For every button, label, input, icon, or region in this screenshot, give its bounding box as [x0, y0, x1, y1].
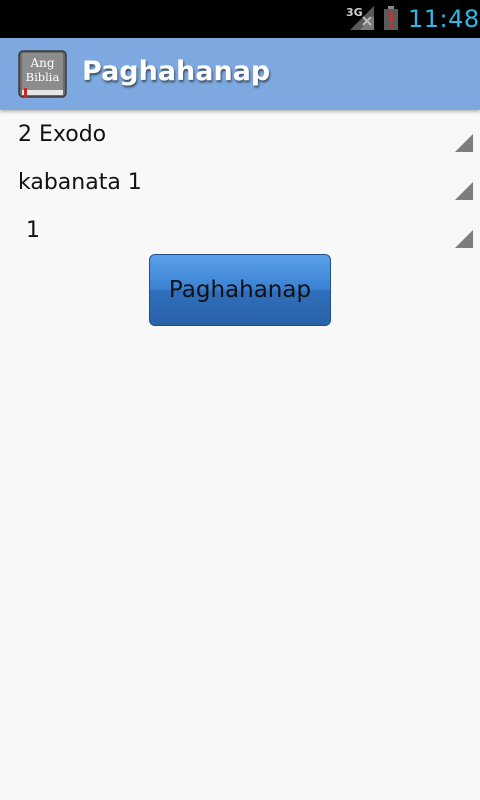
verse-spinner-value: 1: [26, 218, 40, 243]
search-button[interactable]: Paghahanap: [149, 254, 331, 326]
dropdown-arrow-icon: [455, 182, 473, 200]
bible-book-icon[interactable]: Ang Biblia: [18, 50, 67, 98]
battery-alert-icon: [384, 6, 398, 30]
icon-text-ang: Ang: [29, 56, 54, 70]
network-type-label: 3G: [346, 6, 363, 19]
dropdown-arrow-icon: [455, 134, 473, 152]
dropdown-arrow-icon: [455, 230, 473, 248]
icon-text-biblia: Biblia: [26, 70, 60, 84]
verse-spinner[interactable]: 1: [0, 208, 480, 256]
chapter-spinner[interactable]: kabanata 1: [0, 160, 480, 208]
book-spinner[interactable]: 2 Exodo: [0, 112, 480, 160]
status-bar: 3G 11:48: [0, 0, 480, 38]
chapter-spinner-value: kabanata 1: [18, 170, 142, 195]
page-title: Paghahanap: [82, 56, 271, 87]
book-spinner-value: 2 Exodo: [18, 122, 107, 147]
action-bar: Ang Biblia Paghahanap: [0, 38, 480, 110]
status-clock: 11:48: [408, 5, 480, 33]
